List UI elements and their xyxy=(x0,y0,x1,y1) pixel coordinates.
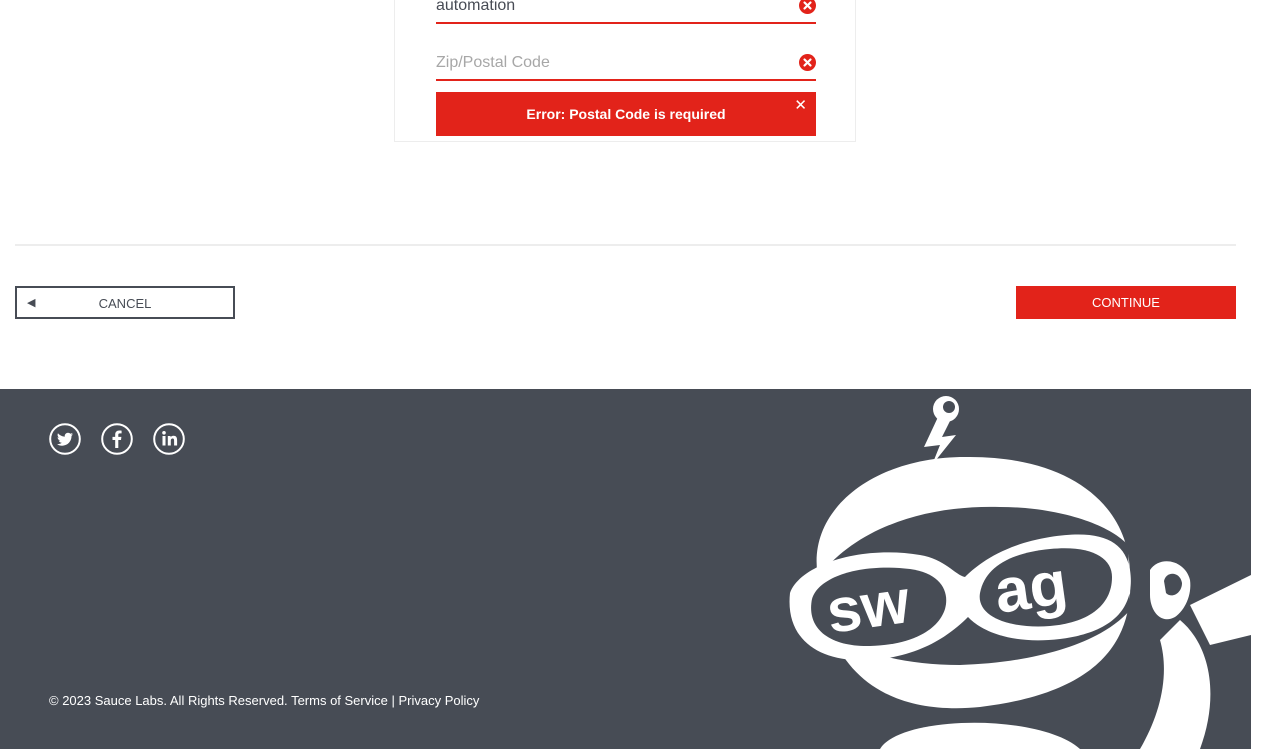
error-circle-icon xyxy=(799,54,816,71)
city-field-wrapper xyxy=(436,0,816,24)
continue-button[interactable]: CONTINUE xyxy=(1016,286,1236,319)
terms-of-service-link[interactable]: Terms of Service xyxy=(291,693,388,708)
svg-text:ag: ag xyxy=(990,548,1071,626)
error-message-container: Error: Postal Code is required ✕ xyxy=(436,92,816,136)
link-separator: | xyxy=(391,693,395,708)
zip-postal-code-input[interactable] xyxy=(436,49,776,77)
error-circle-icon xyxy=(799,0,816,14)
copyright: © 2023 Sauce Labs. All Rights Reserved. xyxy=(49,693,288,708)
back-arrow-icon: ◀ xyxy=(27,297,36,309)
facebook-icon[interactable] xyxy=(101,423,133,455)
twitter-icon[interactable] xyxy=(49,423,81,455)
copyright-text: © 2023 Sauce Labs. All Rights Reserved. … xyxy=(49,693,479,708)
cancel-button[interactable]: ◀ CANCEL xyxy=(15,286,235,319)
swag-robot-logo: sw ag xyxy=(789,396,1251,749)
city-input[interactable] xyxy=(436,0,776,20)
zip-field-wrapper xyxy=(436,49,816,81)
linkedin-icon[interactable] xyxy=(153,423,185,455)
checkout-info-form: Error: Postal Code is required ✕ xyxy=(394,0,856,142)
error-message: Error: Postal Code is required xyxy=(526,106,726,122)
checkout-page: Error: Postal Code is required ✕ ◀ CANCE… xyxy=(0,0,1268,749)
continue-button-label: CONTINUE xyxy=(1092,295,1160,310)
privacy-policy-link[interactable]: Privacy Policy xyxy=(399,693,480,708)
divider xyxy=(15,244,1236,246)
cancel-button-label: CANCEL xyxy=(98,296,152,311)
footer: © 2023 Sauce Labs. All Rights Reserved. … xyxy=(0,389,1251,749)
error-close-button[interactable]: ✕ xyxy=(794,92,807,120)
svg-text:sw: sw xyxy=(822,567,914,647)
